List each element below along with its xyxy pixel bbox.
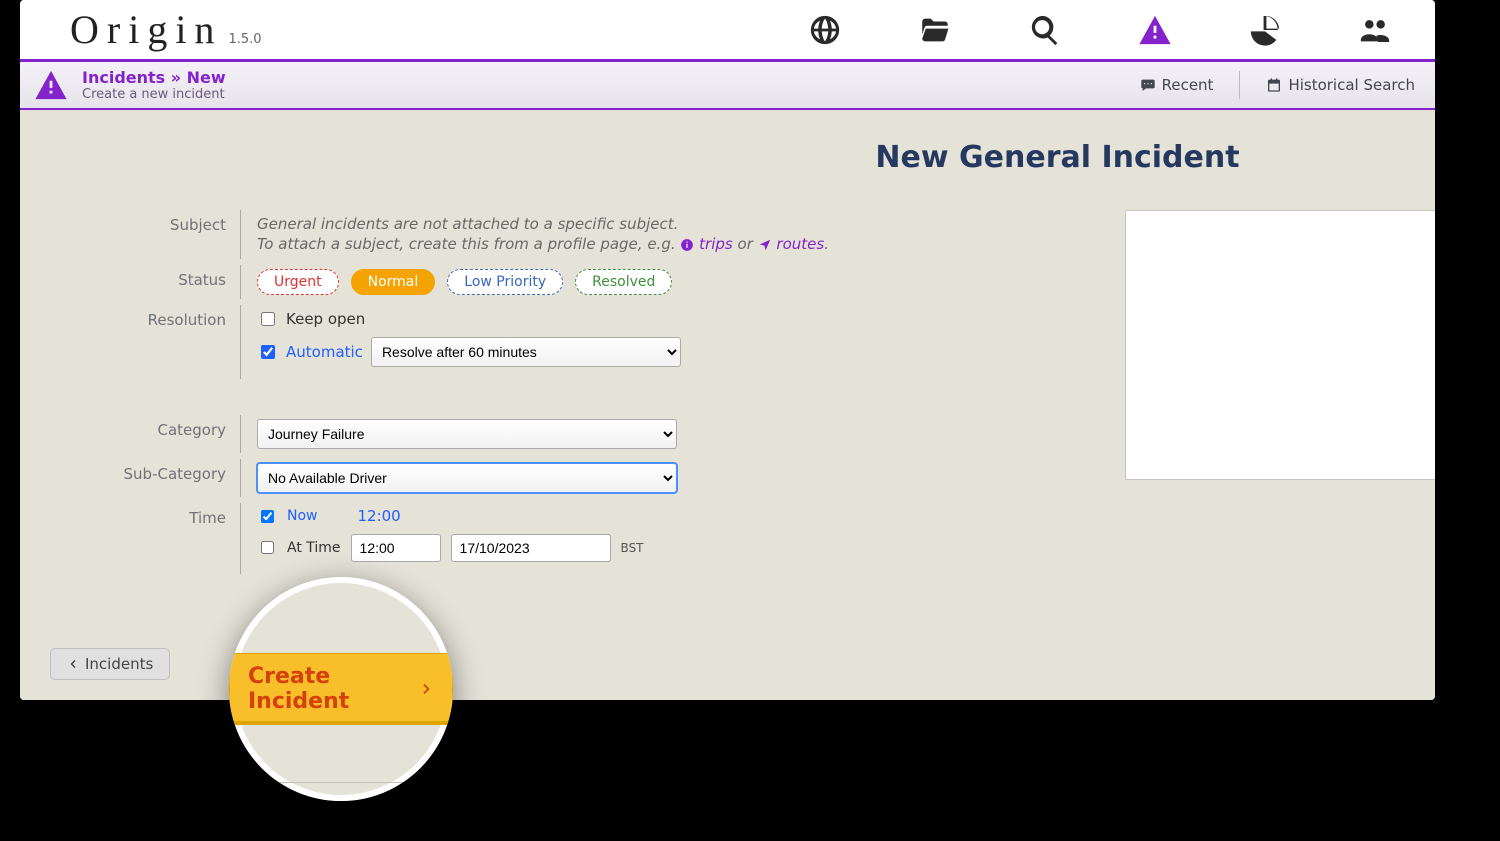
category-select[interactable]: Journey Failure: [257, 419, 677, 449]
magnifier-highlight: Create Incident: [229, 577, 453, 801]
label-time: Time: [40, 503, 240, 527]
breadcrumb-sub: Create a new incident: [82, 87, 226, 103]
historical-link-label: Historical Search: [1288, 76, 1415, 94]
breadcrumb-warning-icon: [34, 68, 68, 102]
at-time-label: At Time: [287, 540, 341, 556]
label-resolution: Resolution: [40, 305, 240, 329]
time-input[interactable]: [351, 534, 441, 562]
status-urgent-badge[interactable]: Urgent: [257, 269, 339, 295]
keep-open-label: Keep open: [286, 310, 365, 328]
search-icon[interactable]: [1025, 10, 1065, 50]
warning-icon[interactable]: [1135, 10, 1175, 50]
label-subcategory: Sub-Category: [40, 459, 240, 483]
brand-name: Origin: [70, 6, 222, 53]
timezone-label: BST: [621, 541, 644, 555]
recent-link[interactable]: Recent: [1140, 76, 1214, 94]
status-low-badge[interactable]: Low Priority: [447, 269, 563, 295]
at-time-checkbox[interactable]: [261, 541, 274, 554]
brand: Origin 1.5.0: [70, 6, 262, 53]
chat-icon: [1140, 77, 1156, 93]
label-subject: Subject: [40, 210, 240, 234]
label-category: Category: [40, 415, 240, 439]
separator: [1239, 71, 1240, 99]
breadcrumb-right-links: Recent Historical Search: [1140, 71, 1415, 99]
incident-form: Subject General incidents are not attach…: [40, 210, 1140, 580]
folder-open-icon[interactable]: [915, 10, 955, 50]
app-window: Origin 1.5.0 Incidents » New Create a ne…: [20, 0, 1435, 700]
chevron-right-icon: [419, 680, 434, 698]
page-title: New General Incident: [20, 140, 1435, 175]
breadcrumb-text: Incidents » New Create a new incident: [82, 68, 226, 103]
subject-help-text: General incidents are not attached to a …: [257, 214, 1140, 255]
recent-link-label: Recent: [1162, 76, 1214, 94]
chart-pie-icon[interactable]: [1245, 10, 1285, 50]
create-incident-label: Create Incident: [248, 664, 407, 714]
automatic-label: Automatic: [286, 343, 363, 361]
topbar: Origin 1.5.0: [20, 0, 1435, 62]
side-panel-placeholder: [1125, 210, 1435, 480]
back-to-incidents-button[interactable]: Incidents: [50, 648, 170, 680]
routes-link[interactable]: routes: [758, 235, 825, 253]
date-input[interactable]: [451, 534, 611, 562]
breadcrumb-main: Incidents » New: [82, 68, 226, 87]
breadcrumb-bar: Incidents » New Create a new incident Re…: [20, 62, 1435, 110]
globe-icon[interactable]: [805, 10, 845, 50]
now-checkbox[interactable]: [261, 510, 274, 523]
automatic-checkbox[interactable]: [261, 345, 275, 359]
users-icon[interactable]: [1355, 10, 1395, 50]
status-normal-badge[interactable]: Normal: [351, 269, 436, 295]
trips-link[interactable]: trips: [680, 235, 732, 253]
historical-search-link[interactable]: Historical Search: [1266, 76, 1415, 94]
subcategory-select[interactable]: No Available Driver: [257, 463, 677, 493]
main-content: New General Incident Subject General inc…: [20, 110, 1435, 700]
status-resolved-badge[interactable]: Resolved: [575, 269, 672, 295]
back-button-label: Incidents: [85, 655, 153, 673]
brand-version: 1.5.0: [228, 32, 261, 47]
create-incident-button[interactable]: Create Incident: [229, 653, 453, 725]
now-label: Now: [287, 508, 318, 524]
label-status: Status: [40, 265, 240, 289]
calendar-icon: [1266, 77, 1282, 93]
keep-open-checkbox[interactable]: [261, 312, 275, 326]
chevron-left-icon: [67, 658, 79, 670]
resolve-after-select[interactable]: Resolve after 60 minutes: [371, 337, 681, 367]
now-time-value: 12:00: [358, 507, 401, 525]
topbar-icons: [805, 0, 1435, 59]
